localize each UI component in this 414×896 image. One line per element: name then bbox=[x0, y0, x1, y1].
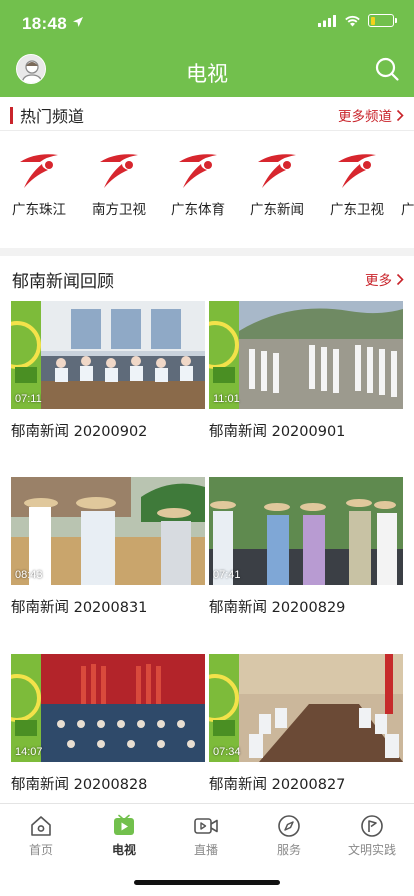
location-arrow-icon bbox=[73, 17, 83, 27]
top-header: 18:48 电视 bbox=[0, 0, 414, 97]
signal-icon bbox=[318, 14, 336, 27]
home-icon bbox=[31, 816, 51, 836]
tv-icon bbox=[114, 814, 134, 835]
channel-list: 广东珠江 南方卫视 广东体育 广东新闻 广东卫视 广 bbox=[0, 140, 414, 240]
news-title: 郁南新闻 20200828 bbox=[11, 777, 148, 793]
tab-label: 服务 bbox=[276, 843, 301, 857]
channel-name: 广东体育 bbox=[171, 202, 225, 218]
channel-item-guangdong-zhujiang[interactable]: 广东珠江 bbox=[4, 140, 74, 218]
video-duration: 07:41 bbox=[213, 569, 241, 581]
video-duration: 14:07 bbox=[15, 746, 43, 758]
news-title: 郁南新闻 20200831 bbox=[11, 600, 148, 616]
wifi-icon bbox=[345, 15, 360, 26]
channel-name: 南方卫视 bbox=[92, 202, 146, 218]
news-card[interactable]: 08:43 郁南新闻 20200831 bbox=[11, 477, 205, 617]
guangdong-tv-logo-icon bbox=[20, 154, 58, 188]
flag-badge-icon bbox=[361, 815, 383, 837]
guangdong-tv-logo-icon bbox=[258, 154, 296, 188]
channel-item-satellite[interactable]: 广东卫视 bbox=[322, 140, 392, 218]
video-duration: 08:43 bbox=[15, 569, 43, 581]
channel-item-news[interactable]: 广东新闻 bbox=[242, 140, 312, 218]
news-card[interactable]: 07:34 郁南新闻 20200827 bbox=[209, 654, 403, 794]
more-channels-link[interactable]: 更多频道 bbox=[338, 105, 414, 125]
guangdong-tv-logo-icon bbox=[338, 154, 376, 188]
news-card[interactable]: 07:41 郁南新闻 20200829 bbox=[209, 477, 403, 617]
channel-item-nanfang[interactable]: 南方卫视 bbox=[84, 140, 154, 218]
hot-channels-title: 热门频道 bbox=[20, 107, 85, 126]
channel-name: 广东卫视 bbox=[330, 202, 384, 218]
page-title: 电视 bbox=[186, 62, 228, 86]
news-title: 郁南新闻 20200901 bbox=[209, 424, 346, 440]
channel-name: 广东新闻 bbox=[250, 202, 304, 218]
search-icon[interactable] bbox=[374, 56, 400, 82]
tab-home[interactable]: 首页 bbox=[0, 814, 82, 858]
status-time: 18:48 bbox=[22, 14, 67, 33]
tab-live[interactable]: 直播 bbox=[165, 814, 247, 858]
news-review-title: 郁南新闻回顾 bbox=[12, 271, 114, 292]
hot-channels-header: 热门频道 更多频道 bbox=[0, 101, 414, 129]
tab-label: 直播 bbox=[193, 843, 218, 857]
channel-item-sports[interactable]: 广东体育 bbox=[163, 140, 233, 218]
news-title: 郁南新闻 20200829 bbox=[209, 600, 346, 616]
news-card[interactable]: 07:11 郁南新闻 20200902 bbox=[11, 301, 205, 441]
video-thumbnail: 07:11 bbox=[11, 301, 205, 409]
news-title: 郁南新闻 20200827 bbox=[209, 777, 346, 793]
video-thumbnail: 11:01 bbox=[209, 301, 403, 409]
video-duration: 11:01 bbox=[213, 393, 240, 405]
more-channels-label: 更多频道 bbox=[338, 109, 392, 125]
channel-item-partial[interactable]: 广 bbox=[401, 140, 414, 218]
status-indicators bbox=[318, 14, 397, 27]
more-news-label: 更多 bbox=[365, 273, 392, 289]
tab-label: 电视 bbox=[111, 843, 136, 857]
tab-civilization-practice[interactable]: 文明实践 bbox=[331, 814, 413, 858]
tab-label: 首页 bbox=[28, 843, 53, 857]
news-card[interactable]: 11:01 郁南新闻 20200901 bbox=[209, 301, 403, 441]
news-card[interactable]: 14:07 郁南新闻 20200828 bbox=[11, 654, 205, 794]
chevron-right-icon bbox=[396, 273, 404, 285]
news-review-header: 郁南新闻回顾 更多 bbox=[0, 265, 414, 293]
guangdong-tv-logo-icon bbox=[179, 154, 217, 188]
video-thumbnail: 07:34 bbox=[209, 654, 403, 762]
news-title: 郁南新闻 20200902 bbox=[11, 424, 148, 440]
battery-icon bbox=[368, 14, 397, 27]
home-indicator[interactable] bbox=[134, 880, 280, 885]
video-duration: 07:34 bbox=[213, 746, 241, 758]
chevron-right-icon bbox=[396, 109, 404, 121]
tab-tv[interactable]: 电视 bbox=[83, 814, 165, 858]
more-news-link[interactable]: 更多 bbox=[365, 269, 414, 289]
channel-name: 广东珠江 bbox=[12, 202, 66, 218]
tab-label: 文明实践 bbox=[347, 843, 396, 857]
channel-name: 广 bbox=[401, 202, 414, 218]
video-thumbnail: 14:07 bbox=[11, 654, 205, 762]
section-separator bbox=[0, 248, 414, 256]
video-thumbnail: 08:43 bbox=[11, 477, 205, 585]
tab-service[interactable]: 服务 bbox=[248, 814, 330, 858]
video-duration: 07:11 bbox=[15, 393, 42, 405]
compass-icon bbox=[278, 815, 300, 837]
guangdong-tv-logo-icon bbox=[100, 154, 138, 188]
video-thumbnail: 07:41 bbox=[209, 477, 403, 585]
video-camera-icon bbox=[194, 818, 218, 834]
section-accent-bar bbox=[10, 106, 13, 124]
